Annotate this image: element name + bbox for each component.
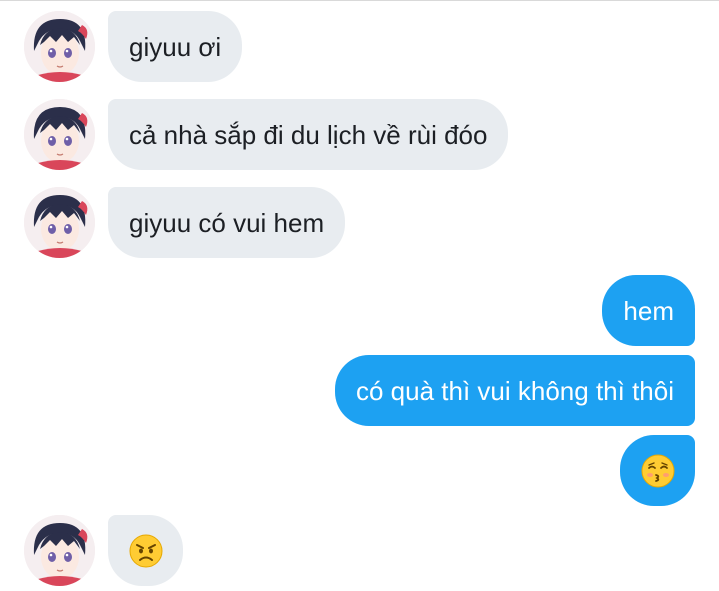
kissing-face-closed-eyes-icon [641, 454, 674, 487]
message-bubble-outgoing[interactable] [620, 435, 695, 506]
message-text: giyuu có vui hem [129, 207, 325, 238]
message-text: có quà thì vui không thì thôi [356, 375, 674, 406]
message-text: hem [623, 295, 674, 326]
message-text: giyuu ơi [129, 31, 222, 62]
message-bubble-incoming[interactable] [108, 515, 183, 586]
angry-face-icon [129, 534, 162, 567]
contact-avatar[interactable] [24, 99, 95, 170]
chat-thread: giyuu ơi cả nhà sắp đi du lịch về rùi đó… [0, 0, 719, 591]
message-text: cả nhà sắp đi du lịch về rùi đóo [129, 119, 488, 150]
anime-avatar-icon [24, 11, 95, 82]
message-bubble-incoming[interactable]: cả nhà sắp đi du lịch về rùi đóo [108, 99, 509, 170]
message-bubble-outgoing[interactable]: có quà thì vui không thì thôi [335, 355, 695, 426]
message-bubble-outgoing[interactable]: hem [602, 275, 695, 346]
contact-avatar[interactable] [24, 515, 95, 586]
message-bubble-incoming[interactable]: giyuu có vui hem [108, 187, 346, 258]
anime-avatar-icon [24, 187, 95, 258]
message-bubble-incoming[interactable]: giyuu ơi [108, 11, 243, 82]
contact-avatar[interactable] [24, 11, 95, 82]
anime-avatar-icon [24, 515, 95, 586]
contact-avatar[interactable] [24, 187, 95, 258]
anime-avatar-icon [24, 99, 95, 170]
